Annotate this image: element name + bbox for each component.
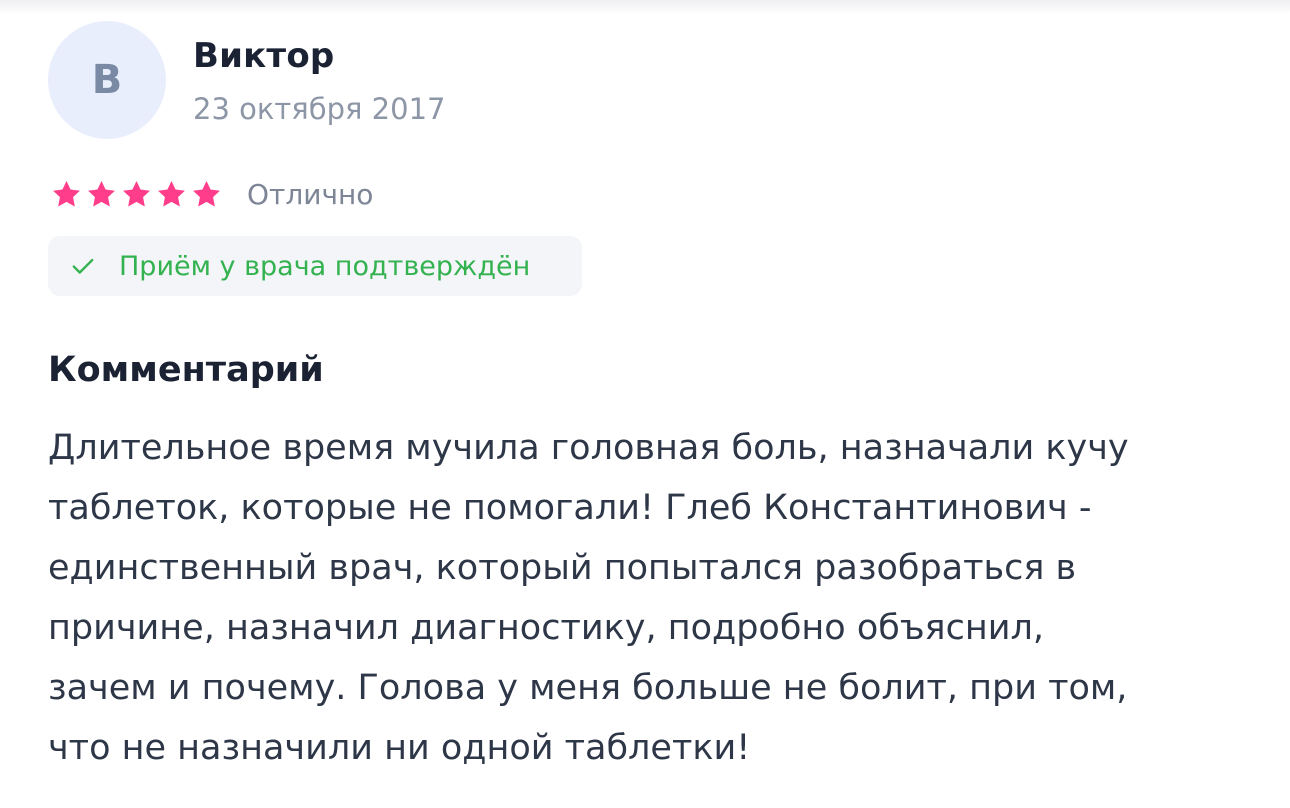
top-divider-shadow <box>0 0 1290 14</box>
comment-line: таблеток, которые не помогали! Глеб Конс… <box>48 488 1092 528</box>
comment-line: причине, назначил диагностику, подробно … <box>48 608 1044 648</box>
review-card: В Виктор 23 октября 2017 Отлично Приём у… <box>0 0 1290 808</box>
avatar-letter: В <box>91 57 123 103</box>
star-icon <box>158 180 185 206</box>
check-icon <box>72 258 94 274</box>
avatar: В <box>48 21 166 139</box>
appointment-confirmed-badge: Приём у врача подтверждён <box>48 236 582 296</box>
star-icon <box>193 180 220 206</box>
rating-stars <box>50 178 223 211</box>
appointment-confirmed-text: Приём у врача подтверждён <box>119 250 531 282</box>
comment-text: Длительное время мучила головная боль, н… <box>48 418 1248 778</box>
comment-line: зачем и почему. Голова у меня больше не … <box>48 668 1128 708</box>
comment-line: Длительное время мучила головная боль, н… <box>48 428 1129 468</box>
comment-line: единственный врач, который попытался раз… <box>48 548 1077 588</box>
review-date: 23 октября 2017 <box>193 92 446 126</box>
comment-line: что не назначили ни одной таблетки! <box>48 728 751 768</box>
star-icon <box>53 180 80 206</box>
author-name: Виктор <box>193 36 335 76</box>
star-icon <box>88 180 115 206</box>
rating-label: Отлично <box>247 177 374 211</box>
star-icon <box>123 180 150 206</box>
comment-heading: Комментарий <box>48 350 324 390</box>
rating: Отлично <box>50 174 373 214</box>
